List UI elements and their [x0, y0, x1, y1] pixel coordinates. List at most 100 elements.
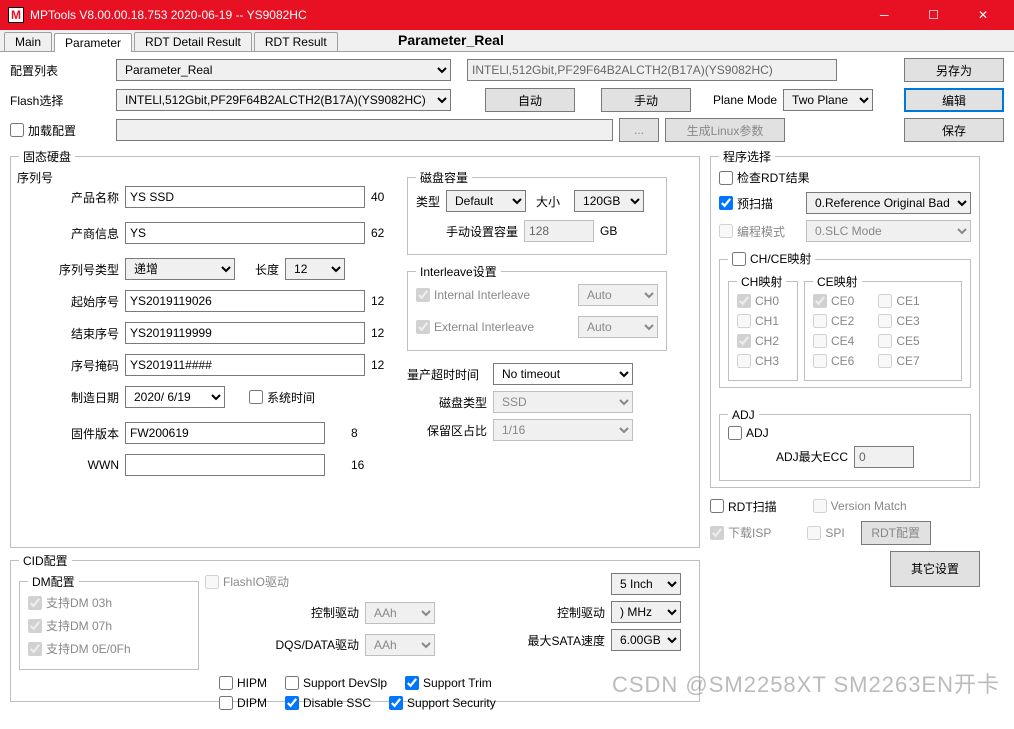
- flash-select[interactable]: INTELl,512Gbit,PF29F64B2ALCTH2(B17A)(YS9…: [116, 89, 451, 111]
- start-sn-input[interactable]: [125, 290, 365, 312]
- system-time-check[interactable]: 系统时间: [249, 389, 315, 406]
- security-check[interactable]: Support Security: [389, 696, 496, 710]
- ce2-check: CE2: [813, 314, 854, 328]
- load-config-path: [116, 119, 613, 141]
- chce-check[interactable]: CH/CE映射: [732, 250, 811, 267]
- disk-type-select[interactable]: Default: [446, 190, 526, 212]
- manual-button[interactable]: 手动: [601, 88, 691, 112]
- mfg-date-picker[interactable]: 2020/ 6/19: [125, 386, 225, 408]
- close-button[interactable]: ✕: [960, 8, 1006, 22]
- dipm-check[interactable]: DIPM: [219, 696, 267, 710]
- hipm-check[interactable]: HIPM: [219, 676, 267, 690]
- tab-bar: Main Parameter RDT Detail Result RDT Res…: [0, 30, 1014, 52]
- interleave-box: Interleave设置 Internal InterleaveAuto Ext…: [407, 263, 667, 351]
- auto-button[interactable]: 自动: [485, 88, 575, 112]
- adj-check[interactable]: ADJ: [728, 426, 769, 440]
- ch3-check: CH3: [737, 354, 779, 368]
- prescan-check[interactable]: 预扫描: [719, 195, 773, 212]
- title-bar: M MPTools V8.00.00.18.753 2020-06-19 -- …: [0, 0, 1014, 30]
- form-factor-select[interactable]: 5 Inch: [611, 573, 681, 595]
- wwn-input[interactable]: [125, 454, 325, 476]
- disk-size-select[interactable]: 120GB: [574, 190, 644, 212]
- version-match-check: Version Match: [813, 499, 907, 513]
- fw-version-input[interactable]: [125, 422, 325, 444]
- prog-mode-check: 编程模式: [719, 223, 785, 240]
- ce6-check: CE6: [813, 354, 854, 368]
- window-title: MPTools V8.00.00.18.753 2020-06-19 -- YS…: [30, 8, 307, 22]
- tab-rdt-detail[interactable]: RDT Detail Result: [134, 32, 252, 51]
- devslp-check[interactable]: Support DevSlp: [285, 676, 387, 690]
- gen-linux-button: 生成Linux参数: [665, 118, 785, 142]
- dm07-check: 支持DM 07h: [28, 617, 112, 634]
- timeout-select[interactable]: No timeout: [493, 363, 633, 385]
- config-list-select[interactable]: Parameter_Real: [116, 59, 451, 81]
- end-sn-input[interactable]: [125, 322, 365, 344]
- ch2-check: CH2: [737, 334, 779, 348]
- check-rdt-result[interactable]: 检查RDT结果: [719, 169, 810, 186]
- browse-button[interactable]: ...: [619, 118, 659, 142]
- ce1-check: CE1: [878, 294, 919, 308]
- external-interleave-check: External Interleave: [416, 320, 534, 334]
- cid-box: CID配置 DM配置 支持DM 03h 支持DM 07h 支持DM 0E/0Fh…: [10, 552, 700, 702]
- chce-box: CH/CE映射 CH映射 CH0 CH1 CH2 CH3 CE映射 CE0CE1…: [719, 250, 971, 388]
- disk-class-select: SSD: [493, 391, 633, 413]
- sn-len-select[interactable]: 12: [285, 258, 345, 280]
- config-list-label: 配置列表: [10, 62, 110, 79]
- ch1-check: CH1: [737, 314, 779, 328]
- ce0-check: CE0: [813, 294, 854, 308]
- ce3-check: CE3: [878, 314, 919, 328]
- trim-check[interactable]: Support Trim: [405, 676, 492, 690]
- rdt-scan-check[interactable]: RDT扫描: [710, 498, 777, 515]
- manual-capacity-input: [524, 220, 594, 242]
- app-icon: M: [8, 7, 24, 23]
- other-settings-button[interactable]: 其它设置: [890, 551, 980, 587]
- sn-mask-input[interactable]: [125, 354, 365, 376]
- adj-max-ecc-input: [854, 446, 914, 468]
- save-button[interactable]: 保存: [904, 118, 1004, 142]
- flash-select-label: Flash选择: [10, 92, 110, 109]
- edit-button[interactable]: 编辑: [904, 88, 1004, 112]
- internal-interleave-check: Internal Interleave: [416, 288, 530, 302]
- external-interleave-select: Auto: [578, 316, 658, 338]
- minimize-button[interactable]: ─: [861, 8, 907, 22]
- save-as-button[interactable]: 另存为: [904, 58, 1004, 82]
- dm0e-check: 支持DM 0E/0Fh: [28, 640, 131, 657]
- window-controls: ─ ☐ ✕: [861, 8, 1006, 22]
- ch0-check: CH0: [737, 294, 779, 308]
- ce-map-box: CE映射 CE0CE1 CE2CE3 CE4CE5 CE6CE7: [804, 273, 962, 381]
- tab-main[interactable]: Main: [4, 32, 52, 51]
- tab-rdt-result[interactable]: RDT Result: [254, 32, 338, 51]
- disk-capacity-box: 磁盘容量 类型Default大小120GB 手动设置容量GB: [407, 169, 667, 255]
- sn-type-select[interactable]: 递增: [125, 258, 235, 280]
- ctrl-drive2-select[interactable]: ) MHz: [611, 601, 681, 623]
- tab-parameter[interactable]: Parameter: [54, 33, 132, 52]
- config-lock-field: [467, 59, 837, 81]
- dm03-check: 支持DM 03h: [28, 594, 112, 611]
- ch-map-box: CH映射 CH0 CH1 CH2 CH3: [728, 273, 798, 381]
- sata-speed-select[interactable]: 6.00GB/s: [611, 629, 681, 651]
- flashio-check: FlashIO驱动: [205, 573, 289, 590]
- ssc-check[interactable]: Disable SSC: [285, 696, 371, 710]
- prescan-select[interactable]: 0.Reference Original Bad: [806, 192, 971, 214]
- internal-interleave-select: Auto: [578, 284, 658, 306]
- dm-box: DM配置 支持DM 03h 支持DM 07h 支持DM 0E/0Fh: [19, 573, 199, 670]
- maximize-button[interactable]: ☐: [911, 8, 957, 22]
- ce7-check: CE7: [878, 354, 919, 368]
- plane-mode-select[interactable]: Two Plane: [783, 89, 873, 111]
- load-config-check[interactable]: 加载配置: [10, 122, 110, 139]
- prog-mode-select: 0.SLC Mode: [806, 220, 971, 242]
- ctrl-drive-select: AAh: [365, 602, 435, 624]
- ssd-box: 固态硬盘 序列号 产品名称40 产商信息62 序列号类型递增长度12 起始序号1…: [10, 148, 700, 548]
- download-isp-check: 下载ISP: [710, 524, 771, 541]
- page-title: Parameter_Real: [398, 32, 504, 48]
- vendor-input[interactable]: [125, 222, 365, 244]
- adj-box: ADJ ADJ ADJ最大ECC: [719, 408, 971, 481]
- product-name-input[interactable]: [125, 186, 365, 208]
- plane-mode-label: Plane Mode: [713, 93, 777, 107]
- rdt-config-button: RDT配置: [861, 521, 931, 545]
- ce4-check: CE4: [813, 334, 854, 348]
- dqs-select: AAh: [365, 634, 435, 656]
- spi-check: SPI: [807, 526, 844, 540]
- ce5-check: CE5: [878, 334, 919, 348]
- reserved-select: 1/16: [493, 419, 633, 441]
